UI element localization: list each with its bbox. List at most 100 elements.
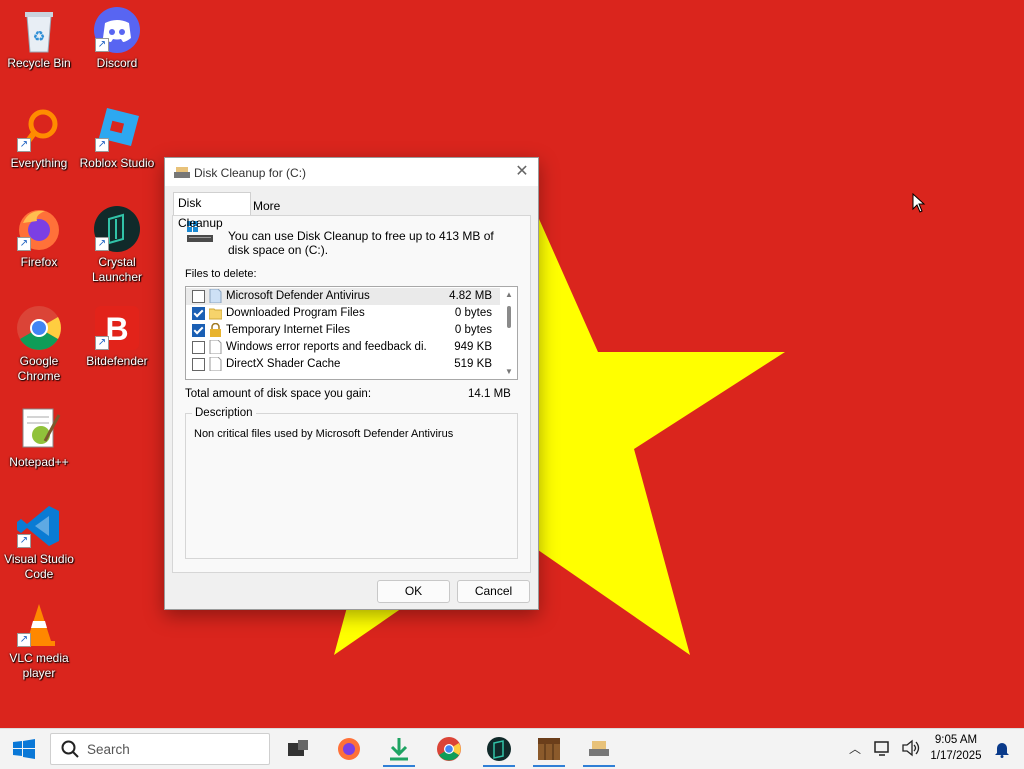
desktop-icon-notepad-plus-plus[interactable]: Notepad++ <box>0 405 78 470</box>
chrome-icon <box>437 737 461 761</box>
search-box[interactable]: Search <box>50 733 270 765</box>
tab-more-options[interactable]: More Options <box>249 196 327 233</box>
magnifier-icon: ↗ <box>15 106 63 154</box>
disk-cleanup-icon <box>589 741 609 756</box>
checkbox[interactable] <box>192 341 205 354</box>
desktop-icon-everything[interactable]: ↗ Everything <box>0 106 78 171</box>
desktop-icon-firefox[interactable]: ↗ Firefox <box>0 205 78 270</box>
shortcut-arrow-icon: ↗ <box>17 138 31 152</box>
list-item[interactable]: Microsoft Defender Antivirus 4.82 MB <box>186 288 500 305</box>
files-to-delete-label: Files to delete: <box>185 268 257 280</box>
file-size: 4.82 MB <box>449 290 492 302</box>
shortcut-arrow-icon: ↗ <box>17 534 31 548</box>
list-item[interactable]: Downloaded Program Files 0 bytes <box>186 305 500 322</box>
firefox-icon: ↗ <box>15 205 63 253</box>
shortcut-arrow-icon: ↗ <box>95 237 109 251</box>
notepad-plus-plus-icon <box>15 405 63 453</box>
shortcut-arrow-icon: ↗ <box>95 336 109 350</box>
desktop-icon-label: Discord <box>96 56 138 70</box>
search-icon <box>61 740 79 758</box>
desktop-icon-label: Crystal Launcher <box>91 255 143 284</box>
crafting-table-icon <box>538 738 560 760</box>
desktop-icon-label: Bitdefender <box>86 354 148 368</box>
volume-icon[interactable] <box>902 739 920 757</box>
checkbox[interactable] <box>192 307 205 320</box>
taskbar-minecraft[interactable] <box>531 732 567 767</box>
desktop-icon-label: Firefox <box>20 255 58 269</box>
list-scrollbar[interactable]: ▲ ▼ <box>501 287 517 379</box>
tab-disk-cleanup[interactable]: Disk Cleanup <box>173 192 251 230</box>
desktop-icon-bitdefender[interactable]: B ↗ Bitdefender <box>78 304 156 369</box>
taskbar-task-view[interactable] <box>280 732 316 766</box>
checkbox[interactable] <box>192 358 205 371</box>
desktop-icon-label: Notepad++ <box>9 455 69 469</box>
checkbox[interactable] <box>192 290 205 303</box>
firefox-icon <box>338 738 360 760</box>
file-size: 0 bytes <box>454 324 492 336</box>
file-name: Microsoft Defender Antivirus <box>226 290 370 302</box>
recycle-bin-icon: ♻ <box>15 6 63 54</box>
desktop-icon-google-chrome[interactable]: Google Chrome <box>0 304 78 384</box>
file-icon <box>209 340 222 354</box>
desktop-icon-vlc[interactable]: ↗ VLC media player <box>0 601 78 681</box>
dialog-titlebar[interactable]: Disk Cleanup for (C:) ✕ <box>165 158 538 186</box>
list-item[interactable]: DirectX Shader Cache 519 KB <box>186 356 500 373</box>
clock[interactable]: 9:05 AM 1/17/2025 <box>926 732 986 764</box>
desktop-icon-label: VLC media player <box>9 651 69 680</box>
file-size: 949 KB <box>454 341 492 353</box>
windows-start-icon[interactable] <box>13 739 35 759</box>
desktop-icon-label: Google Chrome <box>17 354 61 383</box>
files-list[interactable]: Microsoft Defender Antivirus 4.82 MB Dow… <box>185 286 518 380</box>
shortcut-arrow-icon: ↗ <box>95 38 109 52</box>
desktop-icon-crystal-launcher[interactable]: ↗ Crystal Launcher <box>78 205 156 285</box>
taskbar-chrome[interactable] <box>431 732 467 766</box>
list-item[interactable]: Temporary Internet Files 0 bytes <box>186 322 500 339</box>
cancel-button[interactable]: Cancel <box>457 580 530 603</box>
show-hidden-icons-chevron[interactable]: ︿ <box>849 740 861 757</box>
file-name: Downloaded Program Files <box>226 307 365 319</box>
vlc-cone-icon: ↗ <box>15 601 63 649</box>
search-placeholder: Search <box>87 742 130 757</box>
file-name: Temporary Internet Files <box>226 324 350 336</box>
file-icon <box>209 289 222 303</box>
svg-text:♻: ♻ <box>33 28 46 44</box>
network-icon[interactable] <box>874 739 892 757</box>
shortcut-arrow-icon: ↗ <box>17 237 31 251</box>
disk-cleanup-dialog: Disk Cleanup for (C:) ✕ Disk Cleanup Mor… <box>164 157 539 610</box>
taskbar-downloads[interactable] <box>381 732 417 767</box>
desktop-icon-discord[interactable]: ↗ Discord <box>78 6 156 71</box>
lock-icon <box>210 323 221 337</box>
discord-icon: ↗ <box>93 6 141 54</box>
taskbar-firefox[interactable] <box>331 732 367 766</box>
dialog-title: Disk Cleanup for (C:) <box>194 166 307 180</box>
mouse-cursor-icon <box>912 193 926 213</box>
scroll-up-icon[interactable]: ▲ <box>505 290 513 299</box>
description-text: Non critical files used by Microsoft Def… <box>194 428 454 440</box>
desktop-icon-label: Recycle Bin <box>7 56 71 70</box>
folder-icon <box>209 308 222 320</box>
scroll-down-icon[interactable]: ▼ <box>505 367 513 376</box>
ok-button[interactable]: OK <box>377 580 450 603</box>
roblox-studio-icon: ↗ <box>93 106 141 154</box>
checkbox[interactable] <box>192 324 205 337</box>
close-button[interactable]: ✕ <box>514 164 530 180</box>
desktop-icon-recycle-bin[interactable]: ♻ Recycle Bin <box>0 6 78 71</box>
desktop-icon-roblox-studio[interactable]: ↗ Roblox Studio <box>78 106 156 171</box>
taskbar-crystal-launcher[interactable] <box>481 732 517 767</box>
list-item[interactable]: Windows error reports and feedback di...… <box>186 339 500 356</box>
taskbar: Search ︿ 9:05 AM 1/17/2025 <box>0 728 1024 769</box>
desktop-icon-label: Everything <box>10 156 68 170</box>
disk-cleanup-icon <box>174 167 190 178</box>
notification-bell-icon[interactable] <box>994 740 1010 758</box>
download-arrow-icon <box>390 738 408 761</box>
clock-time: 9:05 AM <box>934 734 978 746</box>
file-name: DirectX Shader Cache <box>226 358 341 370</box>
total-space-label: Total amount of disk space you gain: <box>185 388 372 400</box>
task-view-icon <box>288 740 308 756</box>
file-icon <box>209 357 222 371</box>
scroll-thumb[interactable] <box>507 306 511 328</box>
crystal-launcher-icon <box>487 737 511 761</box>
taskbar-disk-cleanup[interactable] <box>581 732 617 767</box>
chrome-icon <box>15 304 63 352</box>
desktop-icon-vscode[interactable]: ↗ Visual Studio Code <box>0 502 78 582</box>
